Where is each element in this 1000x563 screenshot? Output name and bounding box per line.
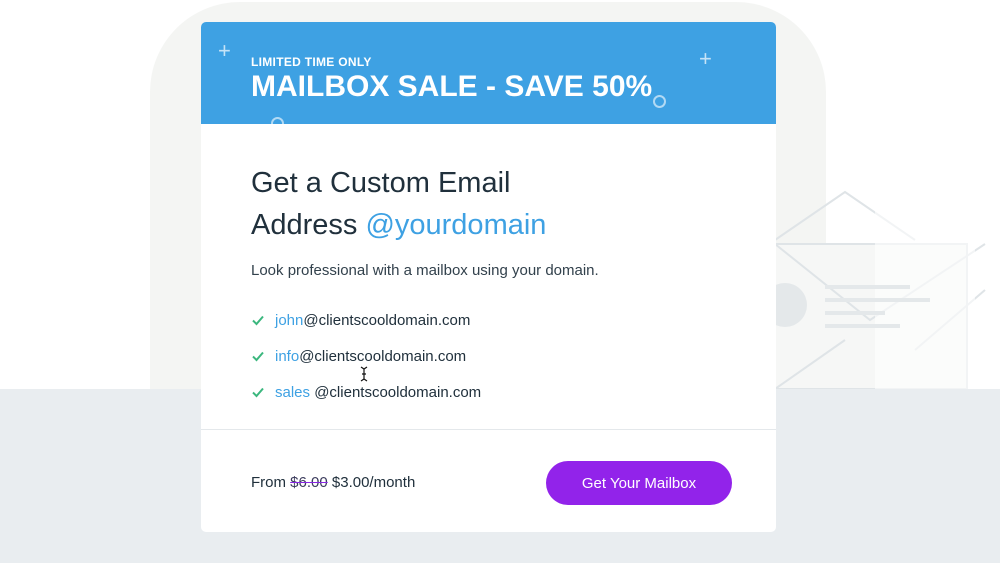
email-domain: @clientscooldomain.com: [314, 383, 482, 401]
headline-prefix: Address: [251, 209, 358, 241]
check-icon: [252, 351, 264, 362]
new-price: $3.00/month: [331, 474, 416, 491]
circle-icon: [653, 95, 666, 108]
banner-title: MAILBOX SALE - SAVE 50%: [251, 70, 653, 103]
sale-banner: + + LIMITED TIME ONLY MAILBOX SALE - SAV…: [201, 22, 776, 130]
page: + + LIMITED TIME ONLY MAILBOX SALE - SAV…: [0, 0, 1000, 563]
plus-icon: +: [218, 38, 231, 63]
banner-eyebrow: LIMITED TIME ONLY: [251, 55, 372, 69]
email-domain: @clientscooldomain.com: [299, 347, 467, 365]
old-price: $6.00: [290, 474, 328, 491]
headline-line-1: Get a Custom Email: [251, 167, 511, 199]
feature-list: john @clientscooldomain.com info @clientsc…: [251, 302, 481, 410]
circle-icon: [271, 117, 284, 130]
check-icon: [252, 387, 264, 398]
sale-card: + + LIMITED TIME ONLY MAILBOX SALE - SAV…: [201, 22, 776, 532]
price-prefix: From: [251, 474, 286, 491]
email-user: sales: [275, 383, 311, 401]
check-icon: [252, 315, 264, 326]
headline: Get a Custom Email Address @yourdomain: [251, 162, 731, 246]
text-cursor-icon: [360, 366, 368, 382]
get-mailbox-button[interactable]: Get Your Mailbox: [546, 461, 732, 505]
subtitle: Look professional with a mailbox using y…: [251, 262, 599, 279]
feature-item: john @clientscooldomain.com: [251, 302, 481, 338]
email-user: john: [275, 311, 304, 329]
headline-line-2: Address @yourdomain: [251, 204, 731, 246]
divider: [201, 429, 776, 430]
email-domain: @clientscooldomain.com: [303, 311, 471, 329]
plus-icon: +: [699, 46, 712, 71]
email-user: info: [275, 347, 300, 365]
price-line: From $6.00 $3.00/month: [251, 474, 415, 491]
headline-domain: @yourdomain: [365, 209, 547, 241]
envelope-illustration: [770, 190, 986, 389]
